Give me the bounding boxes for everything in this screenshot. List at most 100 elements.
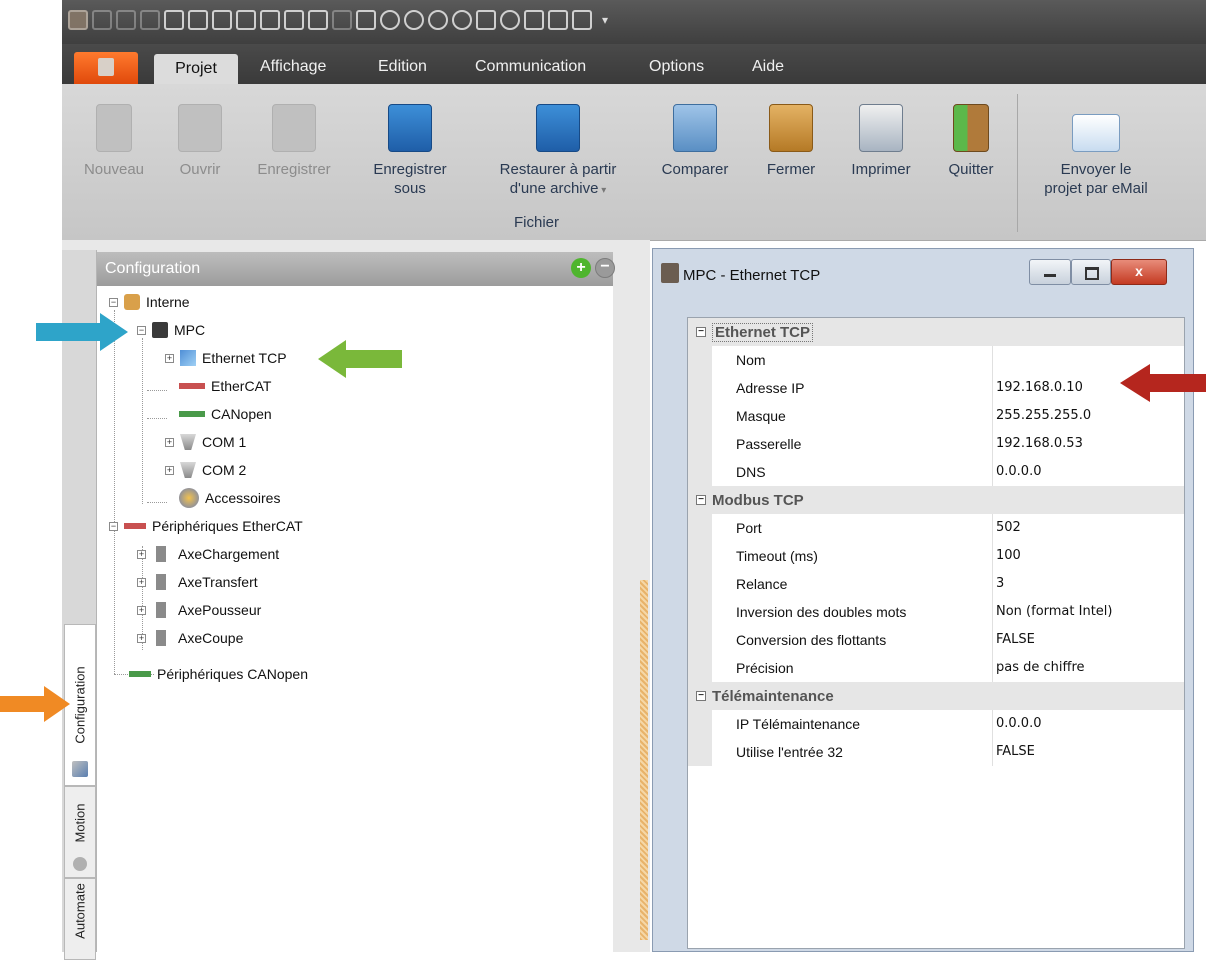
save-icon[interactable] [140, 10, 160, 30]
side-tab-motion[interactable]: Motion [64, 786, 96, 878]
tab-affichage[interactable]: Affichage [260, 58, 326, 76]
tab-aide[interactable]: Aide [752, 58, 784, 76]
tree-node-peripheriques-canopen[interactable]: Périphériques CANopen [129, 662, 308, 686]
envoyer-email-button[interactable]: Envoyer le projet par eMail [1028, 104, 1164, 198]
fermer-button[interactable]: Fermer [756, 104, 826, 179]
side-tab-automate[interactable]: Automate [64, 878, 96, 960]
printer-icon [859, 104, 903, 152]
email-icon [1072, 114, 1120, 152]
collapse-icon[interactable]: − [696, 691, 706, 701]
tree-node-mpc[interactable]: − MPC [137, 318, 205, 342]
prop-row-ip-telemaintenance[interactable]: IP Télémaintenance 0.0.0.0 [688, 710, 1184, 738]
print-icon[interactable] [188, 10, 208, 30]
app-menu-button[interactable] [74, 52, 138, 84]
connect-icon[interactable] [308, 10, 328, 30]
quitter-button[interactable]: Quitter [936, 104, 1006, 179]
collapse-icon[interactable]: − [696, 495, 706, 505]
pause-icon[interactable] [404, 10, 424, 30]
exit-icon[interactable] [212, 10, 232, 30]
enregistrer-button[interactable]: Enregistrer [246, 104, 342, 179]
tree-node-com2[interactable]: + COM 2 [165, 458, 246, 482]
prop-row-precision[interactable]: Précision pas de chiffre [688, 654, 1184, 682]
new-file-icon[interactable] [92, 10, 112, 30]
minimize-button[interactable] [1029, 259, 1071, 285]
collapse-icon[interactable]: − [137, 325, 146, 335]
compile-icon[interactable] [356, 10, 376, 30]
expand-icon[interactable]: + [137, 549, 146, 559]
expand-icon[interactable]: + [165, 437, 174, 447]
box-icon [124, 294, 140, 310]
tree-node-ethernet-tcp[interactable]: + Ethernet TCP [165, 346, 287, 370]
package-icon[interactable] [164, 10, 184, 30]
nouveau-button[interactable]: Nouveau [74, 104, 154, 179]
tree-node-canopen[interactable]: CANopen [171, 402, 272, 426]
tree-node-axe-transfert[interactable]: + AxeTransfert [137, 570, 258, 594]
drive-icon [156, 602, 166, 618]
orange-arrow-icon [0, 686, 70, 722]
tree-node-peripheriques-ethercat[interactable]: − Périphériques EtherCAT [109, 514, 303, 538]
expand-icon[interactable]: + [137, 605, 146, 615]
tab-communication[interactable]: Communication [475, 58, 586, 76]
prop-row-nom[interactable]: Nom [688, 346, 1184, 374]
collapse-icon[interactable]: − [109, 521, 118, 531]
tab-projet[interactable]: Projet [154, 54, 238, 86]
collapse-icon[interactable]: − [109, 297, 118, 307]
step-icon[interactable] [428, 10, 448, 30]
tree-node-axe-coupe[interactable]: + AxeCoupe [137, 626, 243, 650]
spellcheck-icon[interactable] [236, 10, 256, 30]
window-icon[interactable] [524, 10, 544, 30]
expand-icon[interactable]: + [165, 465, 174, 475]
expand-icon[interactable]: + [137, 577, 146, 587]
tree-node-ethercat[interactable]: EtherCAT [171, 374, 271, 398]
reset-icon[interactable] [500, 10, 520, 30]
monitor-icon[interactable] [572, 10, 592, 30]
expand-icon[interactable]: + [165, 353, 174, 363]
ouvrir-button[interactable]: Ouvrir [170, 104, 230, 179]
graph-icon[interactable] [548, 10, 568, 30]
prop-row-relance[interactable]: Relance 3 [688, 570, 1184, 598]
app-logo-icon [661, 263, 679, 283]
prop-row-timeout[interactable]: Timeout (ms) 100 [688, 542, 1184, 570]
prop-row-passerelle[interactable]: Passerelle 192.168.0.53 [688, 430, 1184, 458]
enregistrer-sous-button[interactable]: Enregistrer sous [362, 104, 458, 198]
imprimer-button[interactable]: Imprimer [840, 104, 922, 179]
prop-row-inversion[interactable]: Inversion des doubles mots Non (format In… [688, 598, 1184, 626]
expand-icon[interactable]: + [137, 633, 146, 643]
prop-row-conversion[interactable]: Conversion des flottants FALSE [688, 626, 1184, 654]
gears-icon [73, 857, 87, 871]
tree-node-accessoires[interactable]: Accessoires [179, 486, 280, 510]
collapse-icon[interactable]: − [696, 327, 706, 337]
prop-row-port[interactable]: Port 502 [688, 514, 1184, 542]
tree-node-axe-pousseur[interactable]: + AxePousseur [137, 598, 261, 622]
restaurer-archive-button[interactable]: Restaurer à partir d'une archive ▾ [478, 104, 638, 200]
play-icon[interactable] [380, 10, 400, 30]
download-icon[interactable] [476, 10, 496, 30]
stop-icon[interactable] [452, 10, 472, 30]
open-icon[interactable] [116, 10, 136, 30]
add-node-button[interactable]: + [571, 258, 591, 278]
configuration-tree: − Interne − MPC + Ethernet TCP EtherCAT … [97, 286, 613, 952]
comparer-button[interactable]: Comparer [650, 104, 740, 179]
maximize-button[interactable] [1071, 259, 1111, 285]
prop-row-masque[interactable]: Masque 255.255.255.0 [688, 402, 1184, 430]
tree-node-interne[interactable]: − Interne [109, 290, 190, 314]
disconnect-icon[interactable] [332, 10, 352, 30]
prop-row-entree-32[interactable]: Utilise l'entrée 32 FALSE [688, 738, 1184, 766]
tree-node-com1[interactable]: + COM 1 [165, 430, 246, 454]
tree-node-axe-chargement[interactable]: + AxeChargement [137, 542, 279, 566]
panel-splitter[interactable] [640, 580, 648, 940]
category-telemaintenance[interactable]: − Télémaintenance [688, 682, 1184, 710]
gear-icon[interactable] [284, 10, 304, 30]
category-ethernet-tcp[interactable]: − Ethernet TCP [688, 318, 1184, 346]
category-modbus-tcp[interactable]: − Modbus TCP [688, 486, 1184, 514]
tab-options[interactable]: Options [649, 58, 704, 76]
qat-dropdown-icon[interactable]: ▾ [602, 10, 608, 30]
side-tabs: Configuration Motion Automate [62, 250, 97, 960]
remove-node-button[interactable]: − [595, 258, 615, 278]
close-button[interactable]: x [1111, 259, 1167, 285]
edit-icon[interactable] [260, 10, 280, 30]
prop-row-dns[interactable]: DNS 0.0.0.0 [688, 458, 1184, 486]
prop-row-adresse-ip[interactable]: Adresse IP 192.168.0.10 [688, 374, 1184, 402]
tab-edition[interactable]: Edition [378, 58, 427, 76]
minimize-icon [1044, 274, 1056, 277]
